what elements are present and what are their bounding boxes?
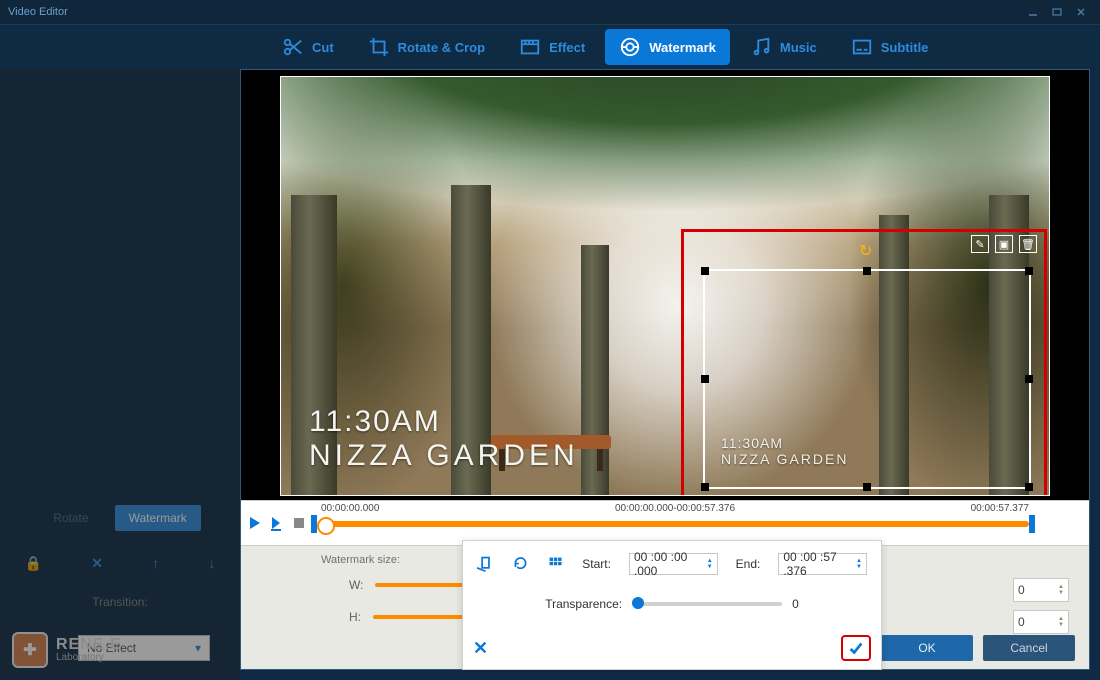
chevron-down-icon: ▾ [195,641,201,655]
range-start-handle[interactable] [311,515,317,533]
lock-icon[interactable]: 🔒 [25,555,42,572]
popup-confirm-button[interactable] [841,635,871,661]
timeline-start-label: 00:00:00.000 [321,503,379,514]
tab-music[interactable]: Music [736,29,831,65]
timeline-range-label: 00:00:00.000-00:00:57.376 [615,503,735,514]
watermark-icon [619,36,641,58]
subtitle-icon [851,36,873,58]
popup-cancel-icon[interactable]: ✕ [473,638,488,659]
brand-logo-icon: ✚ [12,632,48,668]
toolbar-tabs: Cut Rotate & Crop Effect Watermark Music… [0,25,1100,69]
tab-watermark[interactable]: Watermark [605,29,730,65]
titlebar: Video Editor [0,0,1100,24]
pos-x-input[interactable]: 0 ▲▼ [1013,578,1069,602]
watermark-toolbar: ✎ ▣ 🗑 [971,235,1037,253]
video-preview-area: 11:30AM NIZZA GARDEN ↻ 11:30AM [241,70,1089,500]
tab-subtitle[interactable]: Subtitle [837,29,943,65]
transparence-label: Transparence: [545,597,622,611]
resize-handle[interactable] [1025,483,1033,491]
stop-button[interactable] [291,515,307,536]
delete-icon[interactable]: 🗑 [1019,235,1037,253]
crop-icon [368,36,390,58]
brand: ✚ RENE.E Laboratory [12,632,122,668]
sidebar-rotate-button[interactable]: Rotate [39,505,102,531]
app-title: Video Editor [8,6,68,18]
resize-handle[interactable] [701,483,709,491]
tab-rotate-crop[interactable]: Rotate & Crop [354,29,499,65]
move-up-icon[interactable]: ↑ [152,555,159,572]
tab-subtitle-label: Subtitle [881,40,929,55]
pos-y-input[interactable]: 0 ▲▼ [1013,610,1069,634]
resize-handle[interactable] [863,267,871,275]
tab-effect[interactable]: Effect [505,29,599,65]
tab-effect-label: Effect [549,40,585,55]
remove-icon[interactable]: ✕ [91,555,103,572]
tab-music-label: Music [780,40,817,55]
play-range-button[interactable] [269,515,285,536]
left-sidebar: Rotate Watermark 🔒 ✕ ↑ ↓ Transition: No … [0,69,240,680]
size-label: Watermark size: [321,554,400,566]
tab-cut[interactable]: Cut [268,29,348,65]
ok-button[interactable]: OK [881,635,973,661]
timeline-end-label: 00:00:57.377 [971,503,1029,514]
grid-icon[interactable] [547,554,564,574]
minimize-button[interactable] [1022,3,1044,21]
maximize-button[interactable] [1046,3,1068,21]
tab-watermark-label: Watermark [649,40,716,55]
cancel-button[interactable]: Cancel [983,635,1075,661]
watermark-preview-text: 11:30AM NIZZA GARDEN [721,435,848,467]
watermark-timing-popup: Start: 00 :00 :00 .000 ▲▼ End: 00 :00 :5… [462,540,882,670]
check-icon [847,639,865,657]
transparence-value: 0 [792,597,799,611]
image-icon[interactable]: ▣ [995,235,1013,253]
video-frame[interactable]: 11:30AM NIZZA GARDEN ↻ 11:30AM [280,76,1050,496]
start-time-input[interactable]: 00 :00 :00 .000 ▲▼ [629,553,718,575]
sidebar-watermark-button[interactable]: Watermark [115,505,201,531]
resize-handle[interactable] [863,483,871,491]
resize-handle[interactable] [1025,267,1033,275]
resize-handle[interactable] [1025,375,1033,383]
range-end-handle[interactable] [1029,515,1035,533]
tab-cut-label: Cut [312,40,334,55]
end-label: End: [736,557,761,571]
resize-handle[interactable] [701,375,709,383]
start-label: Start: [582,557,611,571]
height-label: H: [349,610,361,624]
timeline-track[interactable] [321,521,1029,527]
close-button[interactable] [1070,3,1092,21]
brand-name: RENE.E [56,637,122,653]
brand-sub: Laboratory [56,653,122,663]
film-icon [519,36,541,58]
tab-rotate-label: Rotate & Crop [398,40,485,55]
end-time-input[interactable]: 00 :00 :57 .376 ▲▼ [778,553,867,575]
frame-caption: 11:30AM NIZZA GARDEN [309,405,579,473]
resize-handle[interactable] [701,267,709,275]
transparence-slider[interactable] [632,602,782,606]
music-icon [750,36,772,58]
rotate-handle-icon[interactable]: ↻ [859,241,872,261]
edit-icon[interactable]: ✎ [971,235,989,253]
play-button[interactable] [247,515,263,536]
slider-knob[interactable] [632,597,644,609]
scissors-icon [282,36,304,58]
reset-icon[interactable] [512,554,529,574]
transition-label: Transition: [0,595,240,609]
width-label: W: [349,578,363,592]
mark-in-icon[interactable] [477,554,494,574]
move-down-icon[interactable]: ↓ [208,555,215,572]
